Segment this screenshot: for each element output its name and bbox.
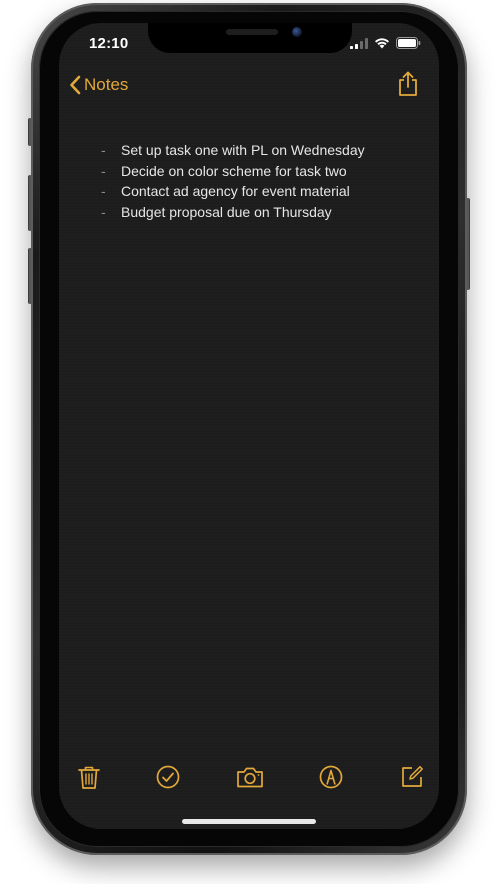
wifi-icon (375, 38, 389, 49)
list-item-text: Contact ad agency for event material (121, 183, 350, 199)
status-icons (350, 37, 421, 49)
list-dash: - (101, 162, 106, 179)
list-item[interactable]: - Contact ad agency for event material (101, 181, 365, 202)
list-item[interactable]: - Set up task one with PL on Wednesday (101, 140, 365, 161)
signal-icon (350, 37, 368, 49)
notch (148, 23, 352, 53)
trash-icon (78, 766, 100, 789)
page: 12:10 Notes - Set up task one with PL on… (0, 0, 498, 884)
notes-screen: 12:10 Notes - Set up task one with PL on… (59, 23, 439, 829)
list-item-text: Set up task one with PL on Wednesday (121, 142, 365, 158)
checklist-button[interactable] (155, 764, 181, 790)
list-dash: - (101, 183, 106, 199)
status-time: 12:10 (89, 35, 129, 52)
checklist-icon (156, 765, 180, 789)
home-indicator[interactable] (182, 819, 316, 824)
share-icon (399, 71, 417, 96)
note-body[interactable]: - Set up task one with PL on Wednesday -D… (101, 140, 365, 222)
camera-icon (237, 767, 263, 788)
compose-icon (402, 766, 423, 787)
chevron-left-icon (70, 75, 81, 95)
list-item[interactable]: - Decide on color scheme for task two (101, 161, 365, 182)
camera-button[interactable] (235, 764, 265, 790)
back-to-notes-button[interactable]: Notes (69, 75, 128, 95)
bottom-toolbar (59, 764, 439, 794)
delete-button[interactable] (76, 764, 102, 790)
markup-icon (319, 765, 343, 789)
list-dash: - (101, 203, 106, 220)
markup-button[interactable] (318, 764, 344, 790)
compose-button[interactable] (399, 764, 425, 790)
back-label: Notes (84, 75, 129, 94)
list-dash: - (101, 142, 106, 158)
list-item-text: Decide on color scheme for task two (121, 162, 347, 179)
earpiece-speaker (226, 29, 278, 35)
list-item[interactable]: - Budget proposal due on Thursday (101, 202, 365, 223)
battery-icon (396, 37, 421, 49)
list-item-text: Budget proposal due on Thursday (121, 203, 332, 220)
front-camera (292, 27, 302, 37)
share-button[interactable] (397, 71, 419, 102)
